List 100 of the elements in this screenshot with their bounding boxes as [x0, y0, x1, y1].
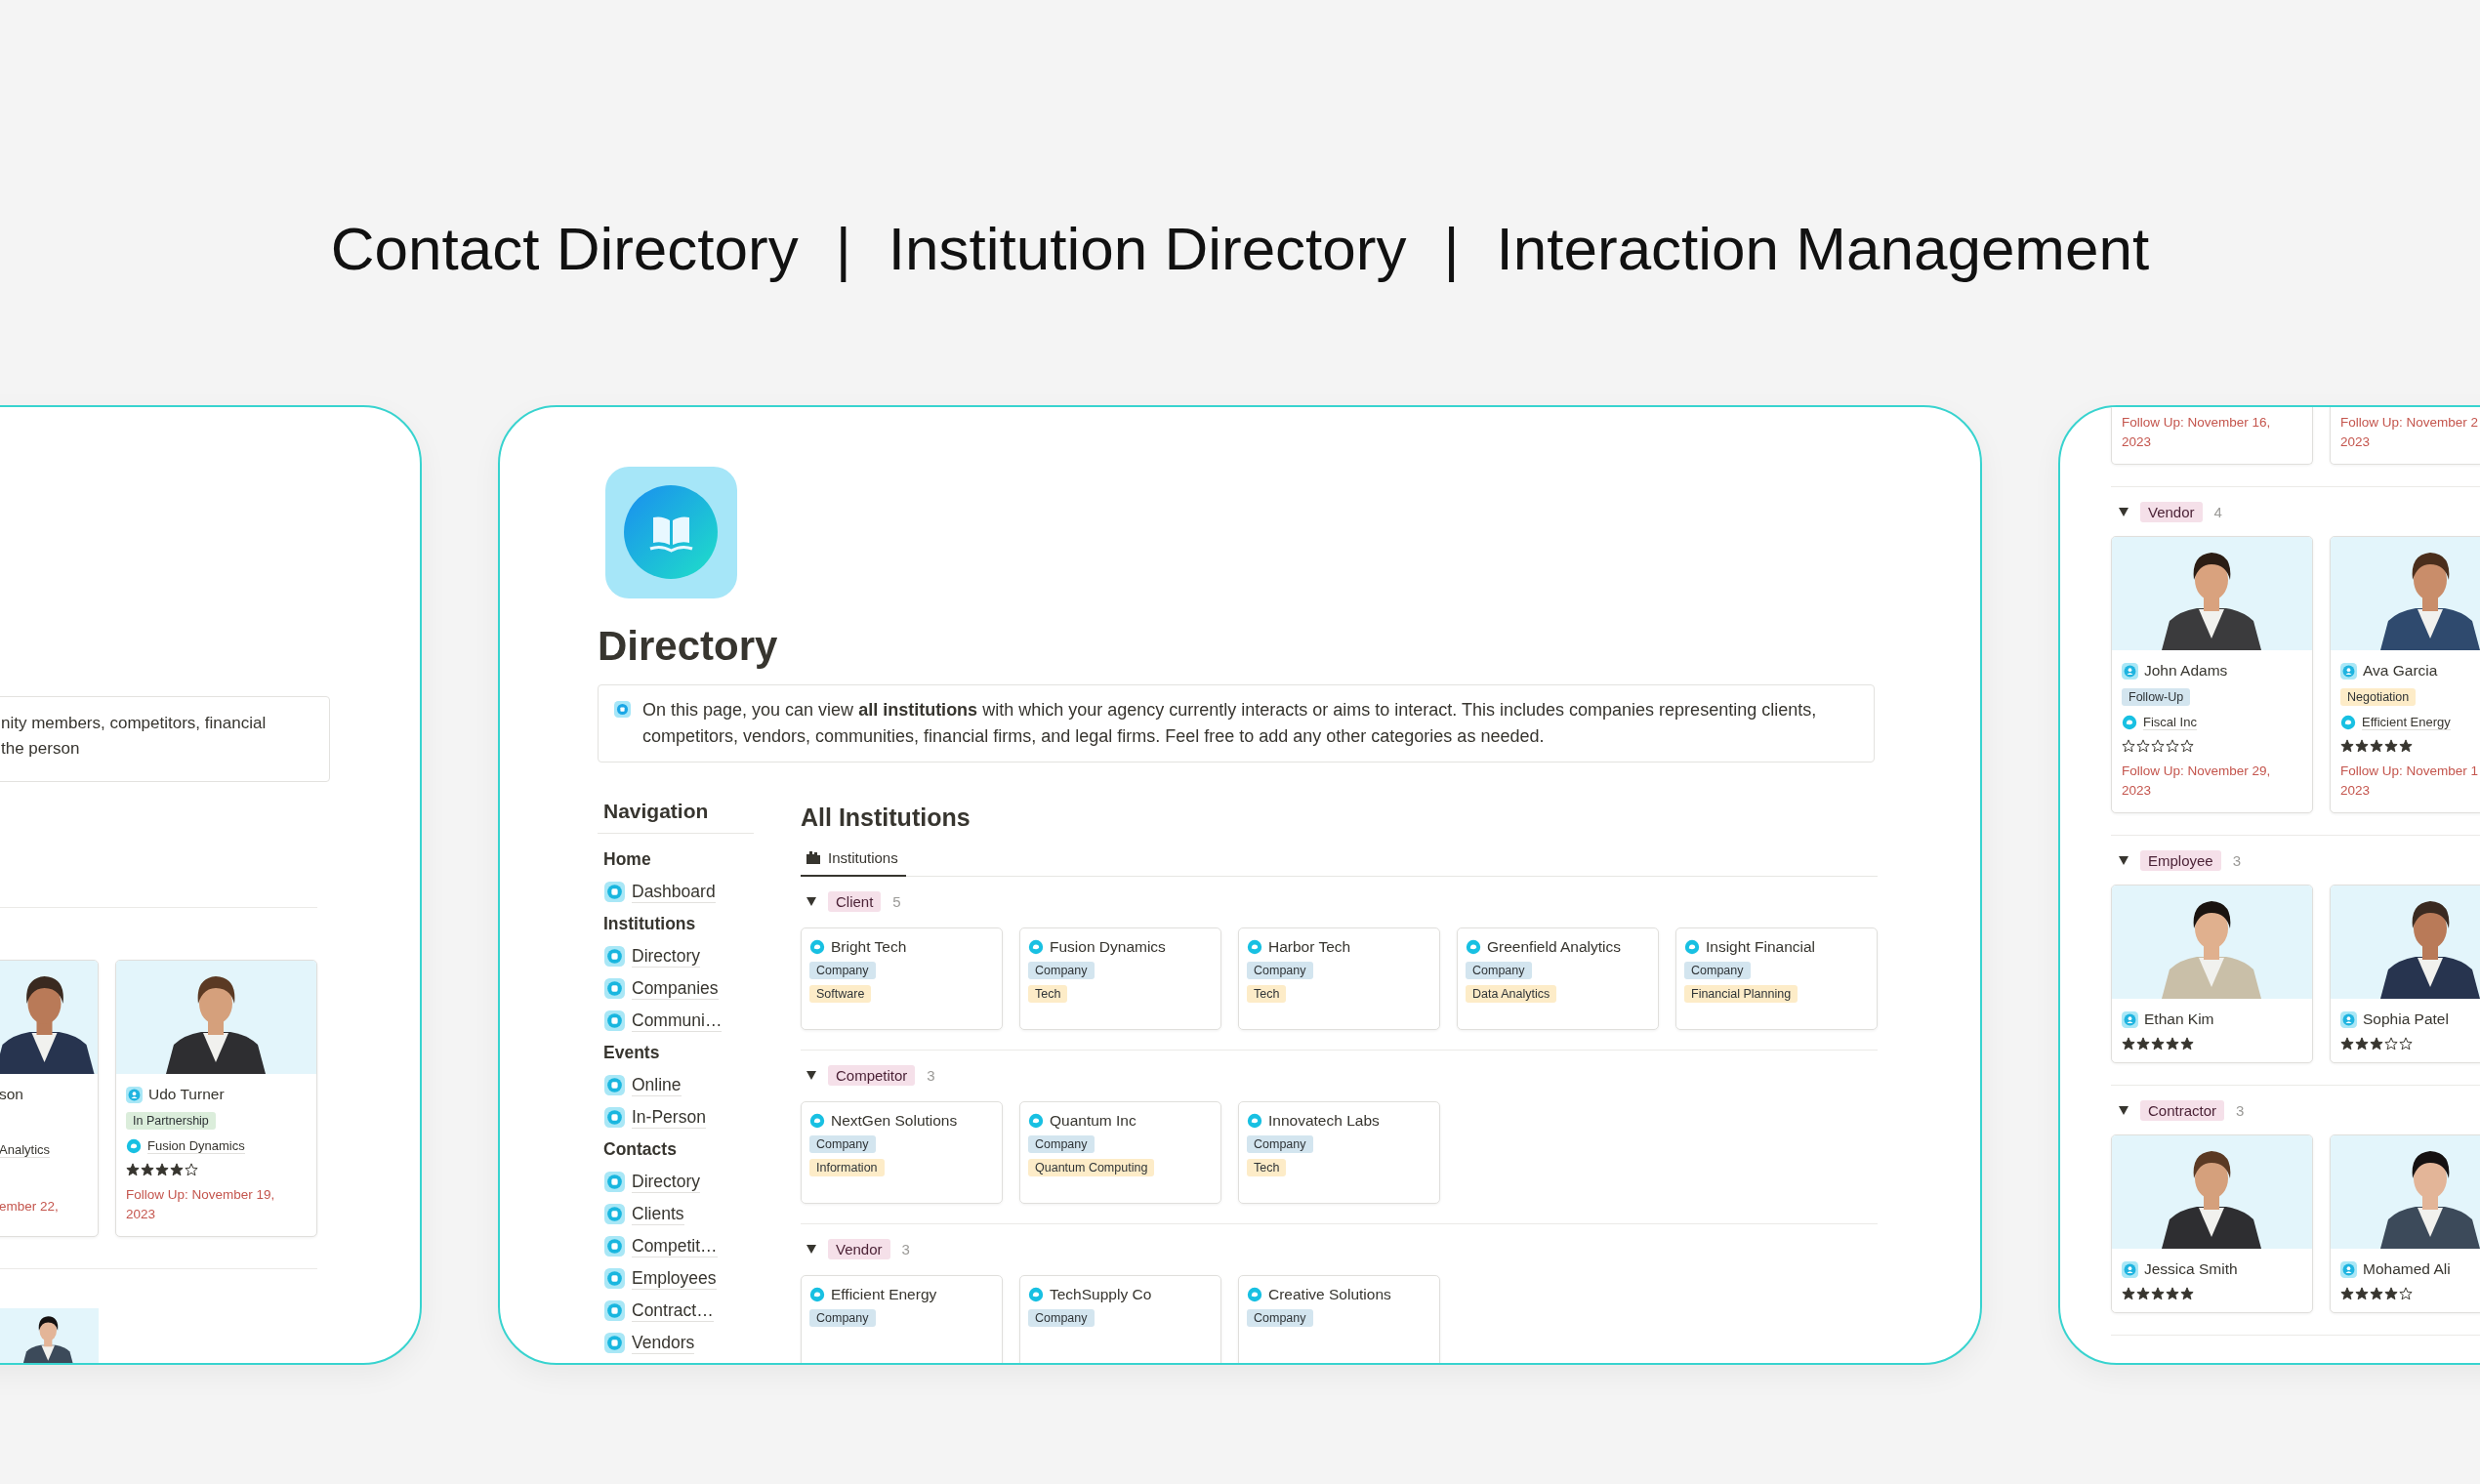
person-icon [126, 1086, 143, 1103]
company-icon [809, 938, 825, 955]
institution-name: Innovatech Labs [1268, 1111, 1380, 1130]
contact-card[interactable]: Mohamed Ali [2330, 1134, 2480, 1313]
contact-card[interactable]: Follow Up: November 16, 2023 [2111, 407, 2313, 465]
collapse-icon[interactable] [806, 897, 816, 906]
star-icon [185, 1163, 198, 1176]
page-icon [604, 1268, 625, 1289]
page-title: Directory [598, 622, 779, 671]
person-icon [2122, 662, 2138, 680]
collapse-icon[interactable] [2119, 507, 2129, 516]
institution-name: Fusion Dynamics [1050, 937, 1166, 956]
institution-card[interactable]: Fusion Dynamics Company Tech [1019, 927, 1221, 1030]
nav-link[interactable]: In-Person [598, 1101, 754, 1134]
collapse-icon[interactable] [2119, 1105, 2129, 1115]
contact-card[interactable]: Jessica Smith [2111, 1134, 2313, 1313]
tag: Quantum Computing [1028, 1158, 1155, 1176]
tag: Company [1684, 961, 1751, 979]
collapse-icon[interactable] [806, 1071, 816, 1080]
tag: Software [809, 984, 872, 1003]
institution-name: Bright Tech [831, 937, 907, 956]
group-label: Competitor [828, 1065, 916, 1086]
callout-text: On this page, you can view all institutions with which your agency currently interacts or aims to interact. This includes companies representing clients, competitors, vendors, communities, financial firms, and legal firms. Feel free to add any other categories as needed. [642, 699, 1818, 748]
nav-link[interactable]: Online [598, 1069, 754, 1101]
contact-card[interactable]: John Adams Follow-Up Fiscal Inc Follow Up: November 29, 2023 [2111, 536, 2313, 813]
institution-name: Harbor Tech [1268, 937, 1351, 956]
star-icon [2151, 739, 2165, 753]
institution-card[interactable]: Insight Financial Company Financial Planning [1675, 927, 1878, 1030]
company-link[interactable]: Efficient Energy [2362, 715, 2451, 730]
collapse-icon[interactable] [806, 1245, 816, 1254]
contact-card[interactable]: Udo Turner In Partnership Fusion Dynamics Follow Up: November 19, 2023 [115, 960, 317, 1237]
institution-card[interactable]: TechSupply Co Company [1019, 1274, 1221, 1363]
institution-name: Greenfield Analytics [1487, 937, 1621, 956]
contact-name: Mohamed Ali [2363, 1260, 2451, 1278]
institution-name: Quantum Inc [1050, 1111, 1137, 1130]
institution-card[interactable]: Efficient Energy Company [801, 1274, 1003, 1363]
star-icon [170, 1163, 184, 1176]
nav-link[interactable]: Contract… [598, 1295, 754, 1327]
nav-link[interactable]: Competit… [598, 1230, 754, 1262]
institution-card[interactable]: Innovatech Labs Company Tech [1238, 1100, 1440, 1204]
follow-up-date: Follow Up: November 2 2023 [2340, 414, 2480, 451]
company-icon [1466, 938, 1481, 955]
headline-text: | [835, 215, 851, 284]
institution-card[interactable]: Harbor Tech Company Tech [1238, 927, 1440, 1030]
institution-card[interactable]: NextGen Solutions Company Information [801, 1100, 1003, 1204]
star-icon [2151, 1037, 2165, 1051]
star-icon [2384, 1037, 2398, 1051]
institution-card[interactable]: Quantum Inc Company Quantum Computing [1019, 1100, 1221, 1204]
star-icon [2399, 739, 2413, 753]
contact-card[interactable]: Sophia Patel [2330, 885, 2480, 1063]
collapse-icon[interactable] [2119, 855, 2129, 865]
nav-link[interactable]: Vendors [598, 1327, 754, 1359]
star-icon [2399, 1287, 2413, 1300]
contact-name: Ava Garcia [2363, 662, 2438, 680]
star-icon [2384, 1287, 2398, 1300]
page-icon [604, 1010, 625, 1031]
nav-link[interactable]: Directory [598, 940, 754, 972]
star-icon [2384, 739, 2398, 753]
star-icon [2166, 1287, 2179, 1300]
tag: Company [809, 1134, 876, 1153]
nav-link[interactable]: Communi… [598, 1005, 754, 1037]
star-icon [155, 1163, 169, 1176]
person-icon [2340, 1260, 2357, 1278]
book-icon [614, 701, 631, 718]
contact-card[interactable]: Ava Garcia Negotiation Efficient Energy Follow Up: November 1 2023 [2330, 536, 2480, 813]
follow-up-date: ember 22, [0, 1198, 60, 1216]
star-icon [2370, 1287, 2383, 1300]
group-label: Employee [2140, 849, 2221, 871]
star-icon [2166, 739, 2179, 753]
star-icon [2122, 1287, 2135, 1300]
tag: Company [809, 1308, 876, 1327]
follow-up-date: Follow Up: November 16, 2023 [2122, 414, 2272, 451]
company-link[interactable]: Fusion Dynamics [147, 1138, 245, 1154]
nav-link[interactable]: Employees [598, 1262, 754, 1295]
tag: Data Analytics [1466, 984, 1557, 1003]
contact-name: Ethan Kim [2144, 1010, 2214, 1028]
group-count: 3 [927, 1067, 935, 1084]
group-count: 3 [901, 1241, 910, 1257]
nav-link[interactable]: Dashboard [598, 876, 754, 908]
headline-text: Contact Directory [330, 215, 799, 284]
navigation-heading: Navigation [598, 794, 754, 834]
page-icon [604, 1236, 625, 1257]
nav-link[interactable]: Clients [598, 1198, 754, 1230]
company-icon [2340, 715, 2356, 730]
page-icon [604, 1107, 625, 1128]
page-icon [604, 882, 625, 902]
contact-card[interactable]: Follow Up: November 2 2023 [2330, 407, 2480, 465]
page-icon [604, 1333, 625, 1353]
group-count: 5 [892, 893, 901, 910]
nav-link[interactable]: Companies [598, 972, 754, 1005]
institution-card[interactable]: Greenfield Analytics Company Data Analytics [1457, 927, 1659, 1030]
nav-link[interactable]: Directory [598, 1166, 754, 1198]
page-icon [604, 1075, 625, 1095]
institution-card[interactable]: Bright Tech Company Software [801, 927, 1003, 1030]
company-link[interactable]: Fiscal Inc [2143, 715, 2197, 730]
star-icon [2180, 739, 2194, 753]
contact-card[interactable]: Ethan Kim [2111, 885, 2313, 1063]
star-icon [2166, 1037, 2179, 1051]
institution-card[interactable]: Creative Solutions Company [1238, 1274, 1440, 1363]
view-tab[interactable]: Institutions [801, 844, 906, 877]
